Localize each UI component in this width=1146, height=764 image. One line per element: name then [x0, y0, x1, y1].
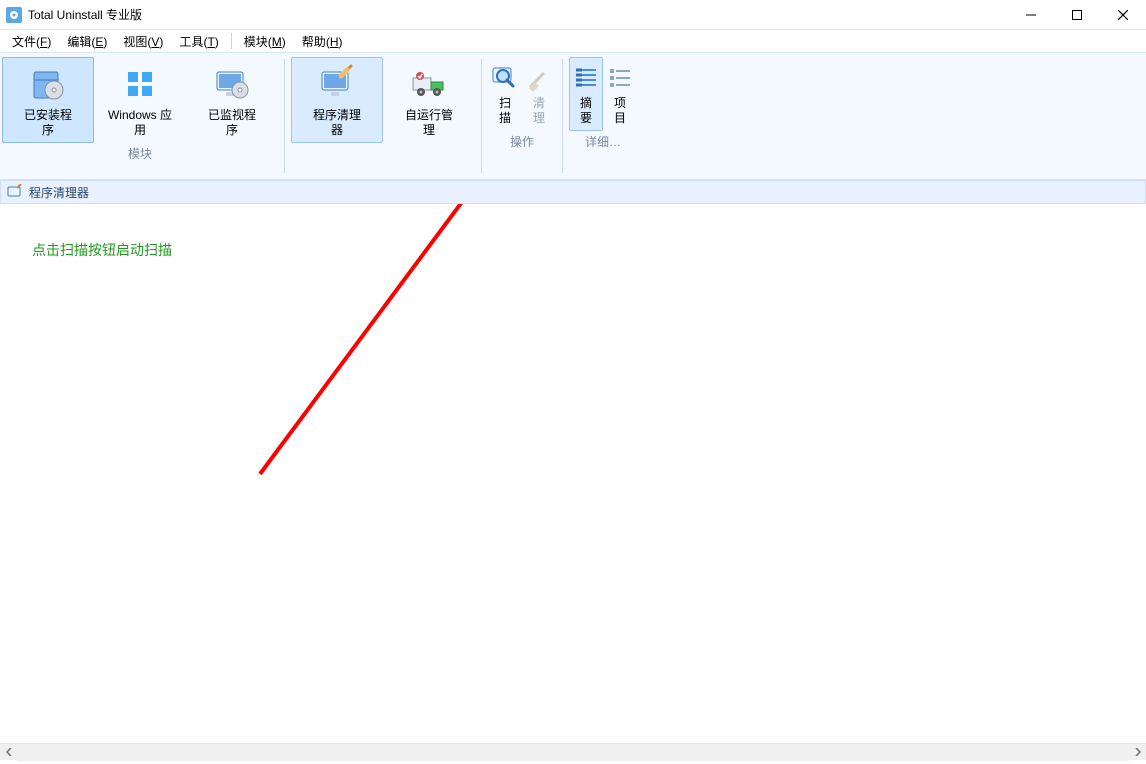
annotation-arrow-icon — [0, 204, 1146, 764]
window-title: Total Uninstall 专业版 — [28, 6, 142, 23]
windows-apps-button[interactable]: Windows 应 用 — [94, 57, 186, 143]
ribbon-group-details: 摘 要 项 目 详细… — [567, 53, 639, 179]
chevron-left-icon — [5, 748, 13, 756]
windows-tiles-icon — [120, 64, 160, 104]
monitor-brush-icon — [317, 64, 357, 104]
maximize-icon — [1072, 10, 1082, 20]
program-cleaner-button[interactable]: 程序清理 器 — [291, 57, 383, 143]
menu-separator — [231, 33, 232, 49]
monitored-programs-label: 已监视程 序 — [208, 108, 256, 138]
title-bar: Total Uninstall 专业版 — [0, 0, 1146, 30]
items-label: 项 目 — [614, 96, 626, 126]
ribbon-group-label-details: 详细… — [585, 133, 621, 149]
summary-button[interactable]: 摘 要 — [569, 57, 603, 131]
menu-edit[interactable]: 编辑(E) — [59, 31, 115, 52]
box-disc-icon — [28, 64, 68, 104]
ribbon-group-label-modules: 模块 — [128, 145, 152, 161]
app-icon — [6, 7, 22, 23]
ribbon-group-modules: 已安装程 序 Windows 应 用 — [0, 53, 280, 179]
ribbon-group-cleaner: 程序清理 器 自运行管 理 — [289, 53, 477, 179]
clean-label: 清 理 — [533, 96, 545, 126]
maximize-button[interactable] — [1054, 0, 1100, 30]
chevron-right-icon — [1134, 748, 1142, 756]
minimize-icon — [1026, 10, 1036, 20]
ribbon-toolbar: 已安装程 序 Windows 应 用 — [0, 52, 1146, 180]
scroll-right-button[interactable] — [1129, 744, 1146, 761]
section-title: 程序清理器 — [29, 184, 89, 201]
summary-label: 摘 要 — [580, 96, 592, 126]
menu-tools[interactable]: 工具(T) — [171, 31, 226, 52]
clean-button[interactable]: 清 理 — [522, 57, 556, 131]
scroll-left-button[interactable] — [0, 744, 17, 761]
menu-view[interactable]: 视图(V) — [115, 31, 171, 52]
ribbon-group-actions: 扫 描 清 理 操作 — [486, 53, 558, 179]
horizontal-scrollbar[interactable] — [0, 743, 1146, 760]
menu-help[interactable]: 帮助(H) — [294, 31, 351, 52]
content-area: 点击扫描按钮启动扫描 — [0, 204, 1146, 743]
scan-button[interactable]: 扫 描 — [488, 57, 522, 131]
truck-icon — [409, 64, 449, 104]
list-items-icon — [606, 64, 634, 92]
autorun-manager-button[interactable]: 自运行管 理 — [383, 57, 475, 143]
scan-label: 扫 描 — [499, 96, 511, 126]
menu-modules[interactable]: 模块(M) — [236, 31, 294, 52]
minimize-button[interactable] — [1008, 0, 1054, 30]
broom-icon — [525, 64, 553, 92]
section-header: 程序清理器 — [0, 180, 1146, 204]
items-button[interactable]: 项 目 — [603, 57, 637, 131]
windows-apps-label: Windows 应 用 — [108, 108, 172, 138]
menu-bar: 文件(F) 编辑(E) 视图(V) 工具(T) 模块(M) 帮助(H) — [0, 30, 1146, 52]
ribbon-separator — [481, 59, 482, 173]
close-icon — [1118, 10, 1128, 20]
scroll-track[interactable] — [17, 744, 1129, 761]
monitored-programs-button[interactable]: 已监视程 序 — [186, 57, 278, 143]
ribbon-separator — [284, 59, 285, 173]
installed-programs-button[interactable]: 已安装程 序 — [2, 57, 94, 143]
close-button[interactable] — [1100, 0, 1146, 30]
ribbon-separator — [562, 59, 563, 173]
installed-programs-label: 已安装程 序 — [24, 108, 72, 138]
list-lines-icon — [572, 64, 600, 92]
monitor-disc-icon — [212, 64, 252, 104]
autorun-manager-label: 自运行管 理 — [405, 108, 453, 138]
menu-file[interactable]: 文件(F) — [4, 31, 59, 52]
scan-hint-text: 点击扫描按钮启动扫描 — [32, 240, 172, 260]
magnifier-icon — [491, 64, 519, 92]
program-cleaner-label: 程序清理 器 — [313, 108, 361, 138]
ribbon-group-label-actions: 操作 — [510, 133, 534, 149]
cleaner-small-icon — [7, 184, 23, 200]
